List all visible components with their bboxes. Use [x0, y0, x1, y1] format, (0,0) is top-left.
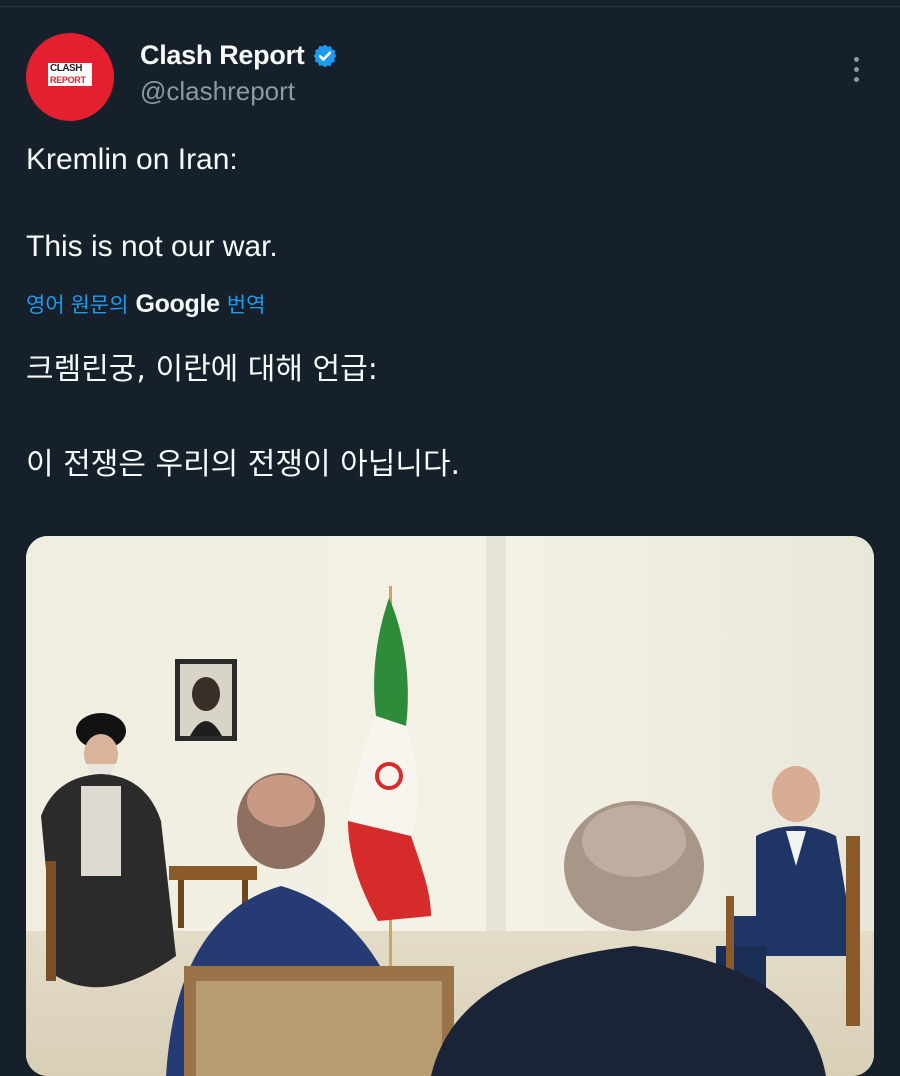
author-name-row[interactable]: Clash Report [140, 40, 338, 71]
avatar[interactable]: CLASH REPORT [26, 33, 114, 121]
display-name[interactable]: Clash Report [140, 40, 305, 71]
translate-prefix[interactable]: 영어 원문의 [26, 289, 128, 319]
translation-attribution[interactable]: 영어 원문의 Google 번역 [26, 289, 265, 319]
tweet-photo[interactable] [26, 536, 874, 1076]
translated-text-line-2: 이 전쟁은 우리의 전쟁이 아닙니다. [26, 447, 461, 482]
top-divider [0, 0, 900, 7]
more-vertical-icon[interactable] [842, 52, 870, 86]
google-logo: Google [135, 289, 220, 318]
verified-badge-icon [314, 44, 337, 67]
tweet-text-line-2: This is not our war. [26, 230, 278, 263]
avatar-logo: CLASH REPORT [48, 63, 92, 86]
meeting-photo-illustration [26, 536, 874, 1076]
tweet-text-line-1: Kremlin on Iran: [26, 143, 238, 176]
handle[interactable]: @clashreport [140, 76, 295, 107]
translated-text-line-1: 크렘린궁, 이란에 대해 언급: [26, 352, 378, 387]
translate-suffix[interactable]: 번역 [227, 289, 266, 319]
